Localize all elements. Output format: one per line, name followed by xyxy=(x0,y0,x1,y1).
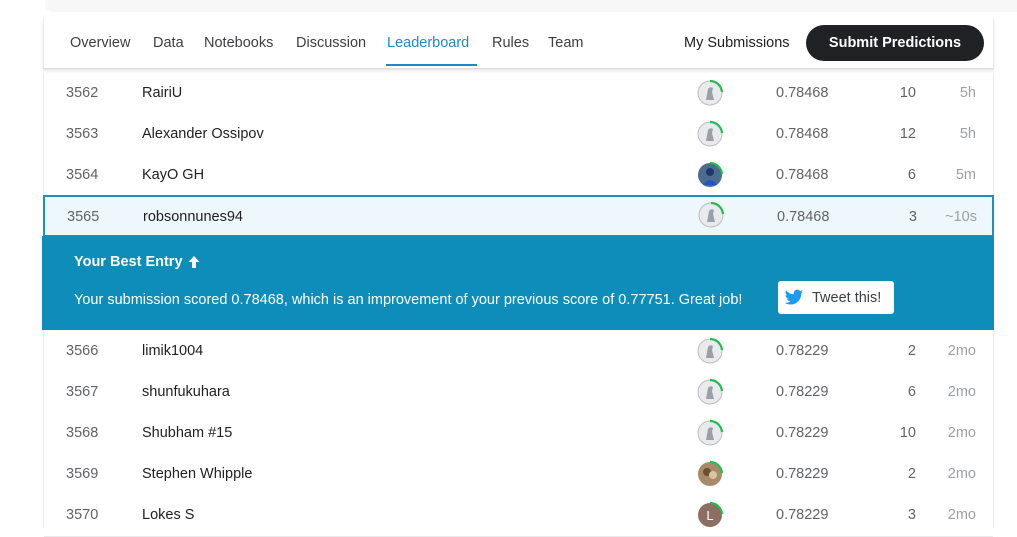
team-name-link[interactable]: Shubham #15 xyxy=(142,425,232,441)
last-submission-cell: 5h xyxy=(959,85,976,101)
last-submission-cell: 2mo xyxy=(947,466,976,482)
avatar-letter: L xyxy=(706,508,713,523)
entries-cell: 12 xyxy=(899,126,916,142)
entries-cell: 6 xyxy=(907,167,916,183)
rank-cell: 3568 xyxy=(66,425,99,441)
top-strip xyxy=(45,0,1017,12)
active-tab-indicator xyxy=(386,64,477,66)
last-submission-cell: 5m xyxy=(955,167,976,183)
tweet-button[interactable]: Tweet this! xyxy=(778,281,894,314)
tab-leaderboard[interactable]: Leaderboard xyxy=(387,35,469,51)
score-cell: 0.78229 xyxy=(776,384,829,400)
entries-cell: 6 xyxy=(907,384,916,400)
default-avatar-icon[interactable] xyxy=(696,337,724,365)
last-submission-cell: ~10s xyxy=(945,209,977,225)
default-avatar-icon[interactable] xyxy=(697,201,725,229)
letter-avatar-icon[interactable]: L xyxy=(696,501,724,529)
score-cell: 0.78468 xyxy=(777,209,830,225)
tab-notebooks[interactable]: Notebooks xyxy=(204,35,273,51)
table-row[interactable]: 3563 Alexander Ossipov 0.78468 12 5h xyxy=(44,114,993,156)
banner-title: Your Best Entry xyxy=(74,254,201,270)
entries-cell: 10 xyxy=(899,85,916,101)
rank-cell: 3565 xyxy=(67,209,100,225)
rank-cell: 3567 xyxy=(66,384,99,400)
arrow-up-icon xyxy=(188,256,200,268)
team-name-link[interactable]: RairiU xyxy=(142,85,182,101)
default-avatar-icon[interactable] xyxy=(696,378,724,406)
submit-predictions-button[interactable]: Submit Predictions xyxy=(806,25,984,61)
rank-cell: 3570 xyxy=(66,507,99,523)
score-cell: 0.78229 xyxy=(776,466,829,482)
table-row-current-user[interactable]: 3565 robsonnunes94 0.78468 3 ~10s xyxy=(43,195,994,237)
last-submission-cell: 2mo xyxy=(947,507,976,523)
last-submission-cell: 2mo xyxy=(947,425,976,441)
default-avatar-icon[interactable] xyxy=(696,79,724,107)
twitter-icon xyxy=(784,289,804,304)
score-cell: 0.78468 xyxy=(776,167,829,183)
team-name-link[interactable]: Stephen Whipple xyxy=(142,466,252,482)
entries-cell: 2 xyxy=(907,466,916,482)
table-row[interactable]: 3567 shunfukuhara 0.78229 6 2mo xyxy=(44,372,993,414)
banner-message: Your submission scored 0.78468, which is… xyxy=(74,292,743,308)
team-name-link[interactable]: KayO GH xyxy=(142,167,204,183)
rank-cell: 3566 xyxy=(66,343,99,359)
last-submission-cell: 5h xyxy=(959,126,976,142)
tab-overview[interactable]: Overview xyxy=(70,35,130,51)
table-row[interactable]: 3562 RairiU 0.78468 10 5h xyxy=(44,73,993,115)
best-entry-banner: Your Best Entry Your submission scored 0… xyxy=(42,236,994,330)
table-row[interactable]: 3564 KayO GH 0.78468 6 5m xyxy=(44,155,993,197)
score-cell: 0.78229 xyxy=(776,507,829,523)
tab-rules[interactable]: Rules xyxy=(492,35,529,51)
team-name-link[interactable]: shunfukuhara xyxy=(142,384,230,400)
rank-cell: 3563 xyxy=(66,126,99,142)
default-avatar-icon[interactable] xyxy=(696,419,724,447)
rank-cell: 3562 xyxy=(66,85,99,101)
tab-team[interactable]: Team xyxy=(548,35,583,51)
team-name-link[interactable]: limik1004 xyxy=(142,343,203,359)
photo-avatar-icon[interactable] xyxy=(696,161,724,189)
team-name-link[interactable]: robsonnunes94 xyxy=(143,209,243,225)
default-avatar-icon[interactable] xyxy=(696,120,724,148)
tab-discussion[interactable]: Discussion xyxy=(296,35,366,51)
score-cell: 0.78468 xyxy=(776,126,829,142)
entries-cell: 10 xyxy=(899,425,916,441)
my-submissions-link[interactable]: My Submissions xyxy=(684,35,790,51)
entries-cell: 3 xyxy=(907,507,916,523)
tweet-button-label: Tweet this! xyxy=(812,289,882,306)
table-row[interactable]: 3568 Shubham #15 0.78229 10 2mo xyxy=(44,413,993,455)
last-submission-cell: 2mo xyxy=(947,384,976,400)
table-row[interactable]: 3566 limik1004 0.78229 2 2mo xyxy=(44,331,993,373)
table-row[interactable]: 3569 Stephen Whipple 0.78229 2 2mo xyxy=(44,454,993,496)
entries-cell: 2 xyxy=(907,343,916,359)
score-cell: 0.78468 xyxy=(776,85,829,101)
score-cell: 0.78229 xyxy=(776,425,829,441)
team-name-link[interactable]: Alexander Ossipov xyxy=(142,126,264,142)
tab-data[interactable]: Data xyxy=(153,35,184,51)
score-cell: 0.78229 xyxy=(776,343,829,359)
entries-cell: 3 xyxy=(908,209,917,225)
photo-avatar-icon[interactable] xyxy=(696,460,724,488)
table-row[interactable]: 3570 Lokes S L 0.78229 3 2mo xyxy=(44,495,993,537)
rank-cell: 3569 xyxy=(66,466,99,482)
last-submission-cell: 2mo xyxy=(947,343,976,359)
rank-cell: 3564 xyxy=(66,167,99,183)
competition-nav: Overview Data Notebooks Discussion Leade… xyxy=(43,18,994,69)
banner-title-text: Your Best Entry xyxy=(74,254,183,270)
team-name-link[interactable]: Lokes S xyxy=(142,507,194,523)
